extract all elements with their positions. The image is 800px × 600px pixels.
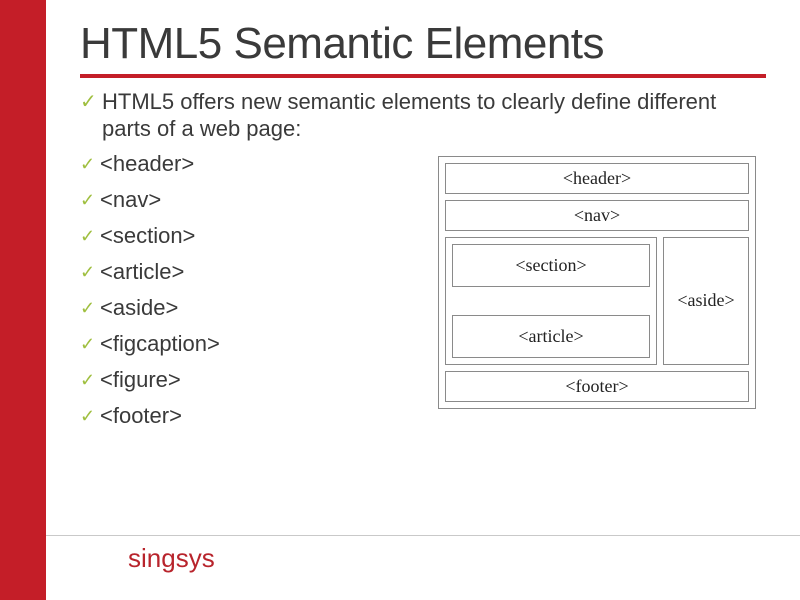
slide: HTML5 Semantic Elements ✓ HTML5 offers n…: [46, 0, 800, 600]
check-icon: ✓: [80, 299, 100, 317]
check-icon: ✓: [80, 92, 102, 112]
diagram-aside-box: <aside>: [663, 237, 749, 365]
brand-logo: singsys: [128, 543, 215, 574]
bottom-divider: [46, 535, 800, 536]
diagram-nav-box: <nav>: [445, 200, 749, 231]
diagram-middle-row: <section> <article> <aside>: [445, 237, 749, 365]
lead-text: HTML5 offers new semantic elements to cl…: [102, 88, 766, 143]
check-icon: ✓: [80, 263, 100, 281]
tag-label: <figcaption>: [100, 331, 220, 357]
title-underline: [80, 74, 766, 78]
tag-label: <header>: [100, 151, 194, 177]
diagram-outer: <header> <nav> <section> <article> <asid…: [438, 156, 756, 409]
slide-title: HTML5 Semantic Elements: [80, 20, 766, 68]
layout-diagram: <header> <nav> <section> <article> <asid…: [438, 156, 756, 409]
check-icon: ✓: [80, 227, 100, 245]
tag-label: <aside>: [100, 295, 178, 321]
check-icon: ✓: [80, 407, 100, 425]
tag-label: <footer>: [100, 403, 182, 429]
diagram-section-box: <section>: [452, 244, 650, 287]
tag-label: <section>: [100, 223, 195, 249]
check-icon: ✓: [80, 371, 100, 389]
diagram-footer-box: <footer>: [445, 371, 749, 402]
diagram-article-box: <article>: [452, 315, 650, 358]
lead-row: ✓ HTML5 offers new semantic elements to …: [80, 88, 766, 143]
slide-content: ✓ HTML5 offers new semantic elements to …: [80, 88, 766, 429]
tag-label: <article>: [100, 259, 184, 285]
accent-sidebar: [0, 0, 46, 600]
diagram-header-box: <header>: [445, 163, 749, 194]
tag-label: <figure>: [100, 367, 181, 393]
diagram-left-col: <section> <article>: [445, 237, 657, 365]
tag-label: <nav>: [100, 187, 161, 213]
check-icon: ✓: [80, 335, 100, 353]
check-icon: ✓: [80, 191, 100, 209]
check-icon: ✓: [80, 155, 100, 173]
